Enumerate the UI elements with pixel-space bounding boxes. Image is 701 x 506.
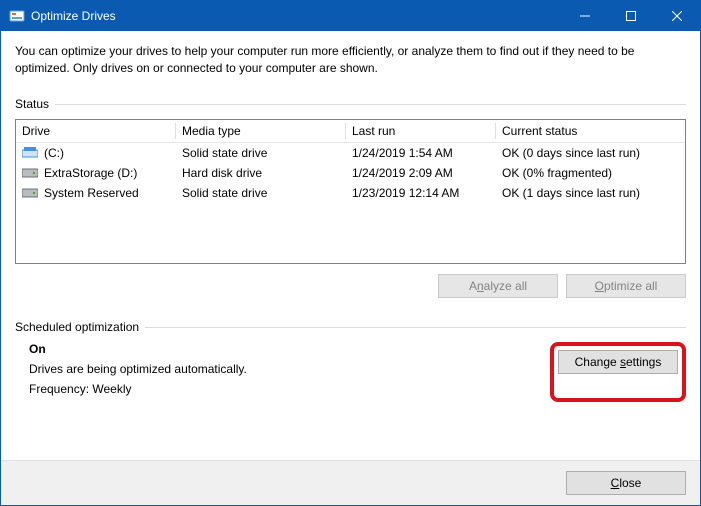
- table-row[interactable]: (C:) Solid state drive 1/24/2019 1:54 AM…: [16, 143, 685, 163]
- col-status[interactable]: Current status: [496, 120, 685, 142]
- drive-media: Hard disk drive: [176, 163, 346, 183]
- table-buttons: Analyze all Optimize all: [15, 274, 686, 298]
- change-settings-button[interactable]: Change settings: [558, 350, 678, 374]
- drive-name: System Reserved: [44, 186, 139, 200]
- drive-icon: [22, 167, 38, 179]
- drive-icon: [22, 147, 38, 159]
- drive-last: 1/24/2019 2:09 AM: [346, 163, 496, 183]
- drive-name: ExtraStorage (D:): [44, 166, 137, 180]
- drive-last: 1/23/2019 12:14 AM: [346, 183, 496, 203]
- titlebar[interactable]: Optimize Drives: [1, 1, 700, 31]
- drive-media: Solid state drive: [176, 143, 346, 163]
- sched-label-text: Scheduled optimization: [15, 320, 139, 334]
- status-label-text: Status: [15, 97, 49, 111]
- table-row[interactable]: ExtraStorage (D:) Hard disk drive 1/24/2…: [16, 163, 685, 183]
- drive-status: OK (0% fragmented): [496, 163, 685, 183]
- col-media[interactable]: Media type: [176, 120, 346, 142]
- content-area: You can optimize your drives to help you…: [1, 31, 700, 460]
- window-title: Optimize Drives: [31, 9, 116, 23]
- drives-table: Drive Media type Last run Current status…: [15, 119, 686, 264]
- close-window-button[interactable]: [654, 1, 700, 31]
- drive-status: OK (0 days since last run): [496, 143, 685, 163]
- footer: Close: [1, 460, 700, 505]
- table-body: (C:) Solid state drive 1/24/2019 1:54 AM…: [16, 143, 685, 263]
- optimize-drives-window: Optimize Drives You can optimize your dr…: [0, 0, 701, 506]
- drive-status: OK (1 days since last run): [496, 183, 685, 203]
- intro-text: You can optimize your drives to help you…: [15, 43, 686, 77]
- sched-auto: Drives are being optimized automatically…: [29, 362, 550, 376]
- sched-on: On: [29, 342, 550, 356]
- sched-group-label: Scheduled optimization: [15, 320, 686, 334]
- drive-last: 1/24/2019 1:54 AM: [346, 143, 496, 163]
- change-settings-highlight: Change settings: [550, 342, 686, 402]
- table-row[interactable]: System Reserved Solid state drive 1/23/2…: [16, 183, 685, 203]
- maximize-button[interactable]: [608, 1, 654, 31]
- drive-media: Solid state drive: [176, 183, 346, 203]
- minimize-button[interactable]: [562, 1, 608, 31]
- col-last[interactable]: Last run: [346, 120, 496, 142]
- optimize-all-button: Optimize all: [566, 274, 686, 298]
- drive-icon: [22, 187, 38, 199]
- table-header: Drive Media type Last run Current status: [16, 120, 685, 143]
- col-drive[interactable]: Drive: [16, 120, 176, 142]
- close-button[interactable]: Close: [566, 471, 686, 495]
- status-group-label: Status: [15, 97, 686, 111]
- sched-freq: Frequency: Weekly: [29, 382, 550, 396]
- drive-name: (C:): [44, 146, 64, 160]
- app-icon: [9, 8, 25, 24]
- scheduled-optimization-group: Scheduled optimization On Drives are bei…: [15, 320, 686, 402]
- analyze-all-button: Analyze all: [438, 274, 558, 298]
